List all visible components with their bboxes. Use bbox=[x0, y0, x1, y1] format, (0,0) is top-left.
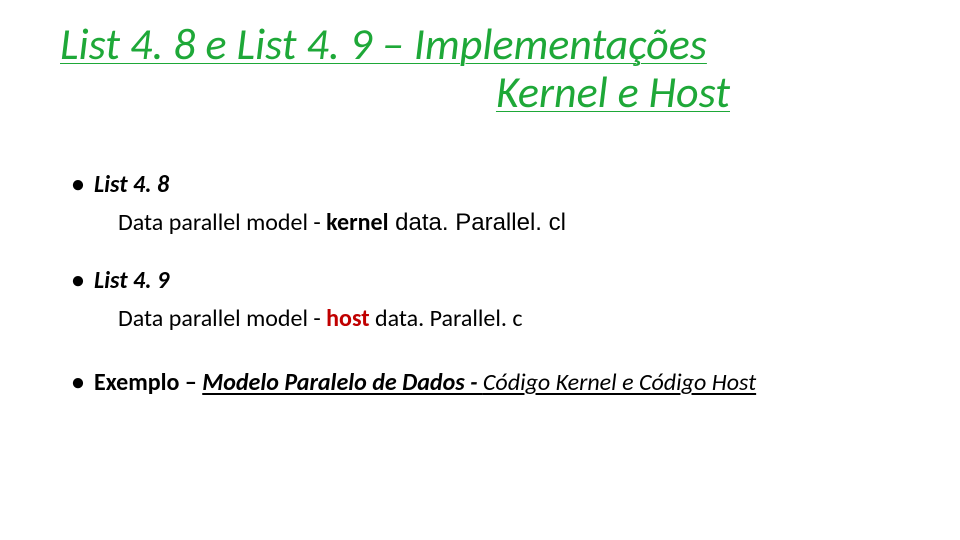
example-link-bold: Modelo Paralelo de Dados - bbox=[202, 368, 483, 397]
slide: List 4. 8 e List 4. 9 – Implementações K… bbox=[0, 0, 960, 540]
slide-body: List 4. 8 Data parallel model - kernel d… bbox=[70, 170, 900, 406]
detail-prefix: Data parallel model - bbox=[118, 208, 326, 237]
example-link-rest: Código Kernel e Código Host bbox=[483, 368, 756, 397]
bullet-list-4-8-detail: Data parallel model - kernel data. Paral… bbox=[70, 208, 900, 238]
title-line-1: List 4. 8 e List 4. 9 – Implementações bbox=[60, 17, 707, 71]
kernel-word: kernel bbox=[326, 208, 388, 237]
bullet-list-4-8: List 4. 8 bbox=[70, 170, 900, 200]
host-file: data. Parallel. c bbox=[370, 304, 523, 333]
bullet-example: Exemplo – Modelo Paralelo de Dados - Cód… bbox=[70, 368, 900, 398]
slide-title: List 4. 8 e List 4. 9 – Implementações K… bbox=[60, 20, 900, 117]
bullet-label: List 4. 9 bbox=[94, 266, 169, 295]
host-word: host bbox=[326, 304, 369, 333]
bullet-list-4-9-detail: Data parallel model - host data. Paralle… bbox=[70, 304, 900, 334]
bullet-list-4-9: List 4. 9 bbox=[70, 266, 900, 296]
detail-prefix: Data parallel model - bbox=[118, 304, 326, 333]
kernel-file: data. Parallel. cl bbox=[389, 209, 566, 236]
example-link: Modelo Paralelo de Dados - Código Kernel… bbox=[202, 368, 756, 397]
title-line-2: Kernel e Host bbox=[60, 68, 900, 116]
example-label: Exemplo – bbox=[94, 368, 202, 397]
bullet-label: List 4. 8 bbox=[94, 170, 169, 199]
